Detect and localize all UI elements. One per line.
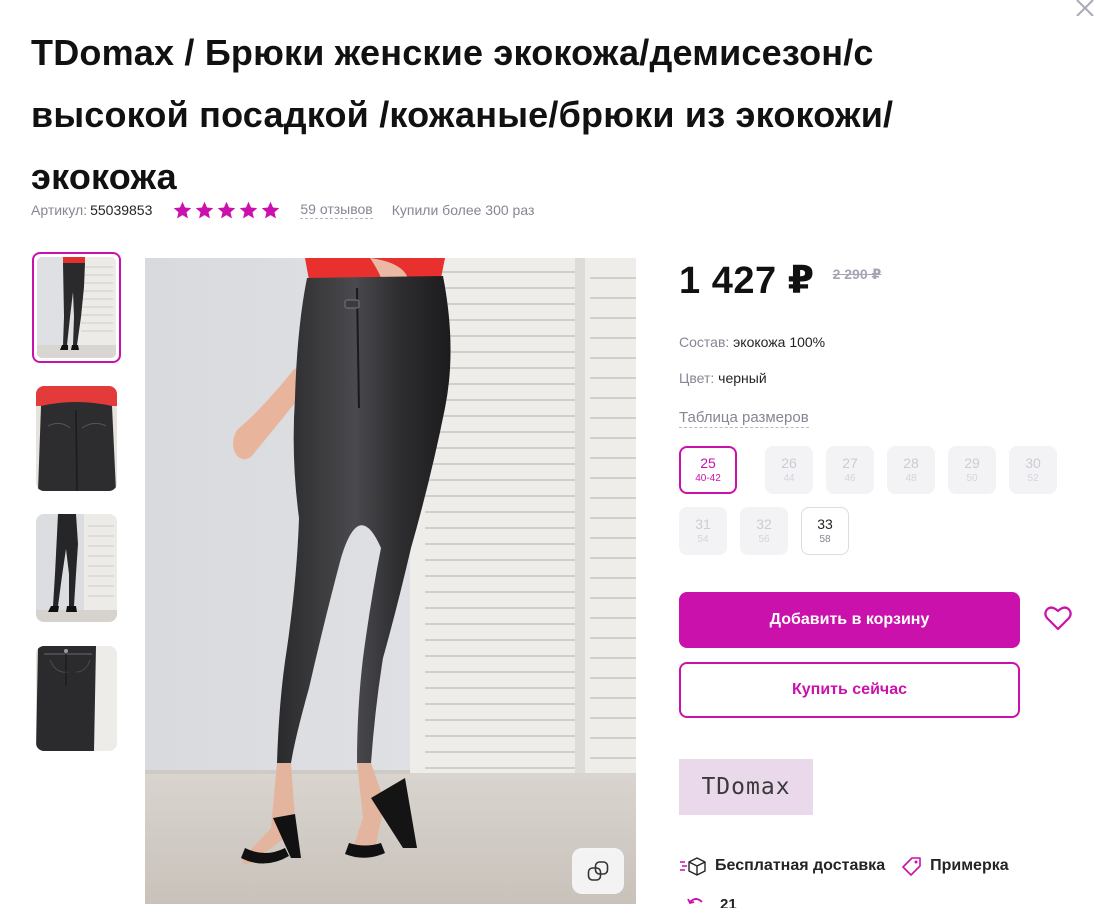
size-ru-label: 56 — [758, 534, 770, 545]
features-row: Бесплатная доставка Примерка — [679, 856, 1009, 876]
free-delivery-feature: Бесплатная доставка — [679, 856, 885, 876]
size-ru-label: 46 — [844, 473, 856, 484]
size-ru-label: 40-42 — [695, 473, 721, 484]
size-label: 29 — [964, 455, 980, 471]
size-ru-label: 52 — [1027, 473, 1039, 484]
thumbnail-image — [36, 514, 117, 622]
brand-logo-text: TDomax — [701, 774, 791, 800]
current-price: 1 427 ₽ — [679, 260, 815, 302]
similar-icon — [587, 861, 609, 881]
size-ru-label: 58 — [819, 534, 831, 545]
delivery-box-icon — [680, 857, 706, 876]
size-table-link[interactable]: Таблица размеров — [679, 409, 809, 428]
fitting-feature: Примерка — [902, 856, 1009, 876]
size-ru-label: 54 — [697, 534, 709, 545]
size-ru-label: 48 — [905, 473, 917, 484]
size-option-32: 32 56 — [740, 507, 788, 555]
thumbnail-image — [37, 257, 116, 358]
thumbnail-image — [36, 646, 117, 751]
reviews-link[interactable]: 59 отзывов — [300, 201, 373, 219]
close-icon — [1076, 0, 1094, 16]
composition-label: Состав: — [679, 334, 730, 350]
star-icon — [240, 201, 258, 218]
size-label: 31 — [695, 516, 711, 532]
sku-label: Артикул: — [31, 202, 88, 218]
thumbnail-3[interactable] — [36, 514, 117, 622]
brand-logo[interactable]: TDomax — [679, 759, 813, 815]
star-icon — [174, 201, 192, 218]
size-label: 28 — [903, 455, 919, 471]
size-option-31: 31 54 — [679, 507, 727, 555]
size-option-33[interactable]: 33 58 — [801, 507, 849, 555]
product-image — [145, 258, 636, 904]
old-price: 2 290 ₽ — [832, 266, 882, 282]
buy-now-button[interactable]: Купить сейчас — [679, 662, 1020, 718]
product-meta: Артикул: 55039853 59 отзывов Купили боле… — [31, 198, 534, 222]
size-label: 26 — [781, 455, 797, 471]
price-block: 1 427 ₽ 2 290 ₽ — [679, 258, 881, 303]
tag-icon — [902, 857, 921, 876]
add-to-cart-button[interactable]: Добавить в корзину — [679, 592, 1020, 648]
thumbnail-4[interactable] — [36, 646, 117, 751]
star-icon — [196, 201, 214, 218]
size-option-27: 27 46 — [826, 446, 874, 494]
returns-feature: 21 — [686, 896, 737, 908]
composition-value: экокожа 100% — [733, 334, 826, 350]
return-icon — [687, 898, 703, 905]
thumbnail-2[interactable] — [36, 386, 117, 491]
color-value: черный — [718, 370, 767, 386]
close-button[interactable] — [1073, 0, 1095, 16]
product-title: TDomax / Брюки женские экокожа/демисезон… — [31, 32, 894, 197]
fitting-label: Примерка — [930, 857, 1009, 874]
star-icon — [218, 201, 236, 218]
color-label: Цвет: — [679, 370, 715, 386]
size-option-28: 28 48 — [887, 446, 935, 494]
star-icon — [262, 201, 280, 218]
returns-label: 21 — [720, 896, 737, 908]
size-label: 25 — [700, 455, 716, 471]
size-ru-label: 44 — [783, 473, 795, 484]
thumbnail-image — [36, 386, 117, 491]
similar-products-button[interactable] — [572, 848, 624, 894]
rating-stars — [172, 200, 281, 221]
size-ru-label: 50 — [966, 473, 978, 484]
main-product-photo[interactable] — [145, 258, 636, 904]
color-row: Цвет: черный — [679, 370, 767, 386]
thumbnail-1[interactable] — [32, 252, 121, 363]
size-option-30: 30 52 — [1009, 446, 1057, 494]
size-label: 30 — [1025, 455, 1041, 471]
size-option-29: 29 50 — [948, 446, 996, 494]
size-label: 27 — [842, 455, 858, 471]
favorite-button[interactable] — [1043, 603, 1073, 633]
composition-row: Состав: экокожа 100% — [679, 334, 825, 350]
size-label: 33 — [817, 516, 833, 532]
purchase-count: Купили более 300 раз — [391, 202, 535, 218]
free-delivery-label: Бесплатная доставка — [715, 857, 886, 874]
sku-value: 55039853 — [90, 202, 153, 218]
size-option-25[interactable]: 25 40-42 — [679, 446, 737, 494]
size-option-26: 26 44 — [765, 446, 813, 494]
heart-icon — [1044, 606, 1072, 631]
size-label: 32 — [756, 516, 772, 532]
